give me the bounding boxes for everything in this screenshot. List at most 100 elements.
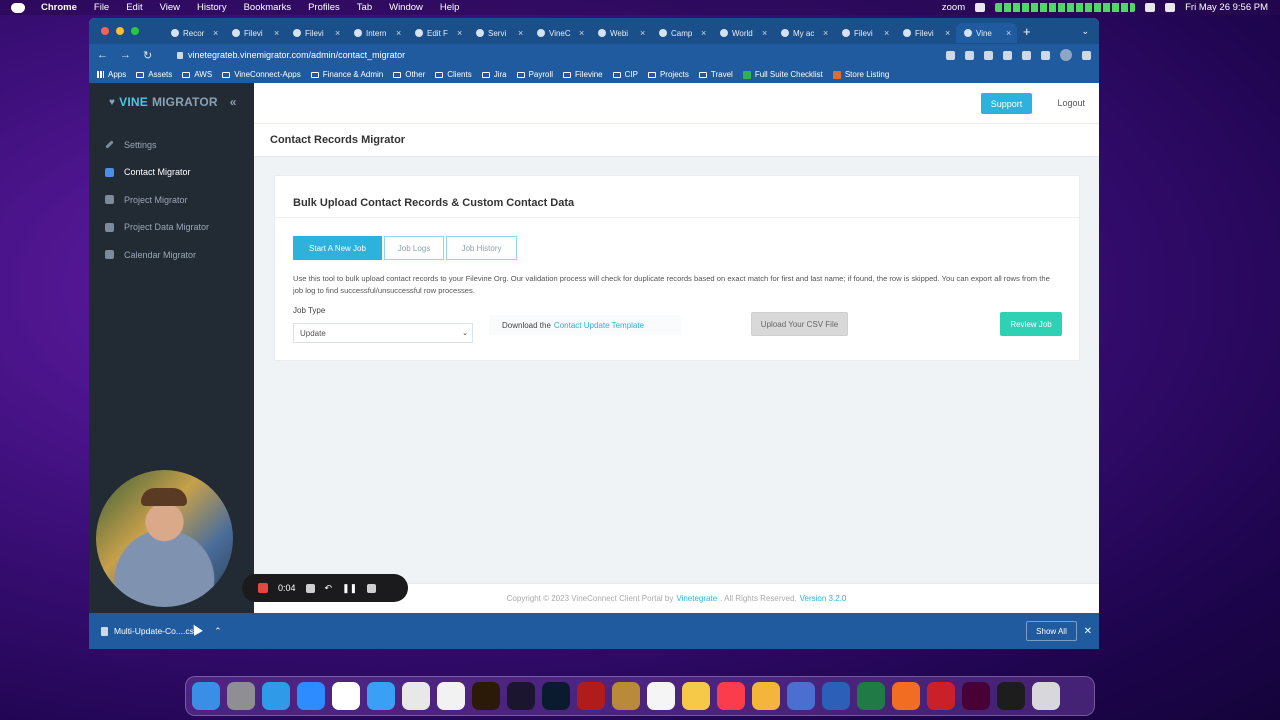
- browser-tab[interactable]: Webi ×: [590, 23, 651, 43]
- sidebar-item-settings[interactable]: Settings: [89, 131, 254, 159]
- search-icon[interactable]: [1165, 3, 1176, 12]
- close-tab-icon[interactable]: ×: [579, 28, 584, 38]
- close-tab-icon[interactable]: ×: [762, 28, 767, 38]
- excel-icon[interactable]: [857, 682, 885, 710]
- safari-icon[interactable]: [262, 682, 290, 710]
- bookmark-folder[interactable]: Travel: [698, 70, 733, 79]
- browser-tab[interactable]: Filevi ×: [285, 23, 346, 43]
- menubar-clock[interactable]: Fri May 26 9:56 PM: [1185, 2, 1268, 13]
- sidebar-item-project-data-migrator[interactable]: Project Data Migrator: [89, 214, 254, 242]
- sidebar-item-calendar-migrator[interactable]: Calendar Migrator: [89, 241, 254, 269]
- back-icon[interactable]: ←: [97, 49, 108, 62]
- reload-icon[interactable]: ↻: [143, 49, 152, 62]
- menu-help[interactable]: Help: [440, 2, 460, 13]
- dreamweaver-icon[interactable]: [507, 682, 535, 710]
- sidepanel-icon[interactable]: [1041, 50, 1050, 60]
- profile-avatar[interactable]: [1060, 49, 1072, 61]
- acrobat-icon[interactable]: [927, 682, 955, 710]
- browser-tab[interactable]: Filevi ×: [224, 23, 285, 43]
- menu-window[interactable]: Window: [389, 2, 423, 13]
- template-link[interactable]: Contact Update Template: [554, 321, 644, 330]
- menu-app[interactable]: Chrome: [41, 2, 77, 13]
- close-tab-icon[interactable]: ×: [335, 28, 340, 38]
- trash-icon[interactable]: [367, 583, 377, 593]
- forward-icon[interactable]: →: [120, 49, 131, 62]
- sidebar-item-project-migrator[interactable]: Project Migrator: [89, 186, 254, 214]
- close-tab-icon[interactable]: ×: [457, 28, 462, 38]
- bookmark-folder[interactable]: AWS: [182, 70, 212, 79]
- share-icon[interactable]: [946, 50, 955, 60]
- bookmark-folder[interactable]: Filevine: [563, 70, 603, 79]
- calendar-app-icon[interactable]: [437, 682, 465, 710]
- close-tab-icon[interactable]: ×: [213, 28, 218, 38]
- bookmark-link[interactable]: Full Suite Checklist: [742, 70, 823, 79]
- logout-link[interactable]: Logout: [1057, 98, 1085, 108]
- browser-tab[interactable]: Recor ×: [163, 23, 224, 43]
- browser-tab[interactable]: World ×: [712, 23, 773, 43]
- bookmark-link[interactable]: Store Listing: [832, 70, 889, 79]
- close-tab-icon[interactable]: ×: [945, 28, 950, 38]
- extension-icon[interactable]: [984, 50, 993, 60]
- browser-tab[interactable]: Servi ×: [468, 23, 529, 43]
- browser-tab[interactable]: My ac ×: [773, 23, 834, 43]
- zoom-status[interactable]: zoom: [942, 2, 965, 13]
- wifi-icon[interactable]: [1145, 3, 1156, 12]
- close-tab-icon[interactable]: ×: [701, 28, 706, 38]
- address-bar[interactable]: vinetegrateb.vinemigrator.com/admin/cont…: [177, 50, 405, 60]
- pencil-app-icon[interactable]: [892, 682, 920, 710]
- bookmark-folder[interactable]: Payroll: [516, 70, 553, 79]
- reminders-icon[interactable]: [647, 682, 675, 710]
- minimize-window-button[interactable]: [116, 27, 124, 35]
- launchpad-icon[interactable]: [227, 682, 255, 710]
- browser-tab-active[interactable]: Vine ×: [956, 23, 1017, 43]
- browser-tab[interactable]: Filevi ×: [834, 23, 895, 43]
- close-window-button[interactable]: [101, 27, 109, 35]
- xd-icon[interactable]: [962, 682, 990, 710]
- job-type-select[interactable]: Update ⌄: [293, 323, 473, 343]
- move-handle-icon[interactable]: [305, 583, 315, 593]
- menu-history[interactable]: History: [197, 2, 227, 13]
- menu-file[interactable]: File: [94, 2, 109, 13]
- word-icon[interactable]: [822, 682, 850, 710]
- new-tab-icon[interactable]: +: [1023, 24, 1031, 39]
- app-icon[interactable]: [612, 682, 640, 710]
- show-all-button[interactable]: Show All: [1026, 621, 1077, 641]
- collapse-chevron-icon[interactable]: «: [230, 95, 237, 109]
- browser-tab[interactable]: Filevi ×: [895, 23, 956, 43]
- tab-job-history[interactable]: Job History: [446, 236, 517, 260]
- finder-icon[interactable]: [192, 682, 220, 710]
- filezilla-icon[interactable]: [577, 682, 605, 710]
- review-job-button[interactable]: Review Job: [1000, 312, 1062, 336]
- bookmark-folder[interactable]: Assets: [136, 70, 172, 79]
- support-button[interactable]: Support: [981, 93, 1032, 114]
- extension-icon[interactable]: [1003, 50, 1012, 60]
- menu-tab[interactable]: Tab: [357, 2, 372, 13]
- bookmark-apps[interactable]: Apps: [97, 70, 126, 79]
- zoom-window-button[interactable]: [131, 27, 139, 35]
- bookmark-folder[interactable]: Projects: [647, 70, 689, 79]
- sidebar-item-contact-migrator[interactable]: Contact Migrator: [89, 159, 254, 187]
- bookmark-folder[interactable]: CIP: [612, 70, 638, 79]
- bookmark-folder[interactable]: Other: [393, 70, 425, 79]
- chrome-icon[interactable]: [402, 682, 430, 710]
- slack-icon[interactable]: [332, 682, 360, 710]
- close-tab-icon[interactable]: ×: [640, 28, 645, 38]
- tab-job-logs[interactable]: Job Logs: [384, 236, 444, 260]
- chevron-up-icon[interactable]: ⌃: [214, 626, 222, 637]
- puzzle-icon[interactable]: [1022, 50, 1031, 60]
- app-logo[interactable]: ♥ VINE MIGRATOR «: [89, 83, 254, 121]
- shortcuts-icon[interactable]: [787, 682, 815, 710]
- tab-search-icon[interactable]: ⌄: [1081, 26, 1089, 37]
- trash-can-icon[interactable]: [1032, 682, 1060, 710]
- browser-tab[interactable]: Edit F ×: [407, 23, 468, 43]
- music-icon[interactable]: [717, 682, 745, 710]
- mail-icon[interactable]: [367, 682, 395, 710]
- apple-icon[interactable]: [11, 2, 25, 13]
- close-tab-icon[interactable]: ×: [823, 28, 828, 38]
- kebab-menu-icon[interactable]: [1082, 50, 1091, 60]
- sketch-icon[interactable]: [752, 682, 780, 710]
- bookmark-folder[interactable]: Finance & Admin: [310, 70, 383, 79]
- browser-tab[interactable]: VineC ×: [529, 23, 590, 43]
- close-tab-icon[interactable]: ×: [396, 28, 401, 38]
- battery-icon[interactable]: [995, 3, 1136, 12]
